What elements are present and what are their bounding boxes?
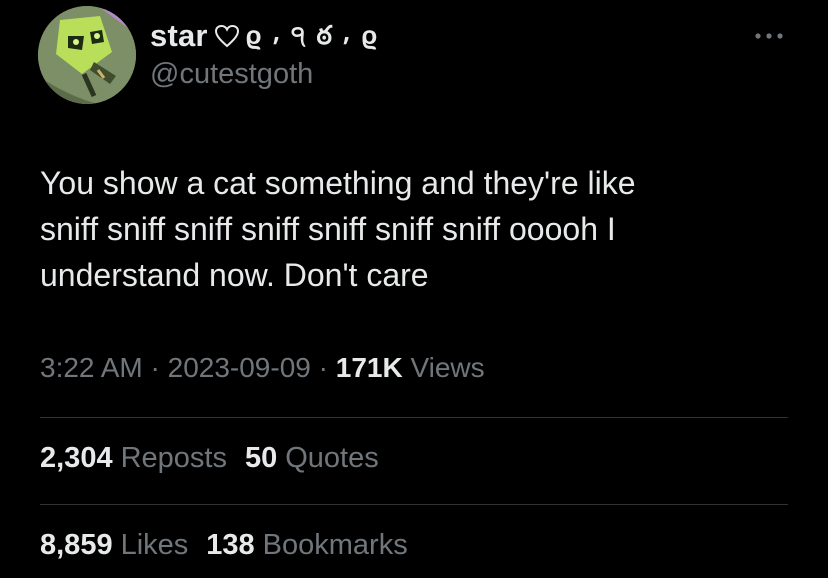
divider (40, 504, 788, 505)
reposts-stat[interactable]: 2,304 Reposts (40, 442, 227, 475)
likes-label: Likes (120, 529, 189, 561)
quotes-count: 50 (244, 442, 278, 474)
tweet-detail: star ϱ ⸴ ੧ ఠ ⸴ ϱ @cutestgoth You show a … (0, 0, 828, 578)
views-label[interactable]: Views (403, 352, 484, 383)
tweet-meta: 3:22 AM · 2023-09-09 · 171K Views (40, 352, 485, 384)
more-dots-icon (755, 33, 783, 39)
gir-avatar-icon (38, 6, 136, 104)
display-name-row[interactable]: star ϱ ⸴ ੧ ఠ ⸴ ϱ (150, 14, 379, 58)
display-name[interactable]: star (150, 18, 208, 54)
quotes-stat[interactable]: 50 Quotes (245, 442, 379, 475)
tweet-text: You show a cat something and they're lik… (40, 165, 636, 293)
likes-stat[interactable]: 8,859 Likes (40, 529, 188, 562)
bookmarks-count: 138 (206, 529, 255, 561)
author-handle[interactable]: @cutestgoth (150, 58, 313, 91)
reposts-count: 2,304 (40, 442, 113, 474)
bookmarks-stat[interactable]: 138 Bookmarks (206, 529, 407, 562)
tweet-time[interactable]: 3:22 AM (40, 352, 143, 383)
meta-separator: · (310, 352, 336, 383)
avatar[interactable] (38, 6, 136, 104)
stats-row-likes: 8,859 Likes 138 Bookmarks (40, 529, 408, 562)
quotes-label: Quotes (285, 442, 379, 474)
more-options-button[interactable] (752, 24, 786, 48)
tweet-date[interactable]: 2023-09-09 (168, 352, 311, 383)
views-count[interactable]: 171K (336, 352, 403, 383)
display-name-decoration: ϱ ⸴ ੧ ఠ ⸴ ϱ (245, 19, 380, 50)
reposts-label: Reposts (120, 442, 227, 474)
bookmarks-label: Bookmarks (262, 529, 408, 561)
meta-separator: · (142, 352, 168, 383)
likes-count: 8,859 (40, 529, 113, 561)
divider (40, 417, 788, 418)
stats-row-engagement: 2,304 Reposts 50 Quotes (40, 442, 379, 475)
heart-outline-icon (214, 24, 239, 48)
